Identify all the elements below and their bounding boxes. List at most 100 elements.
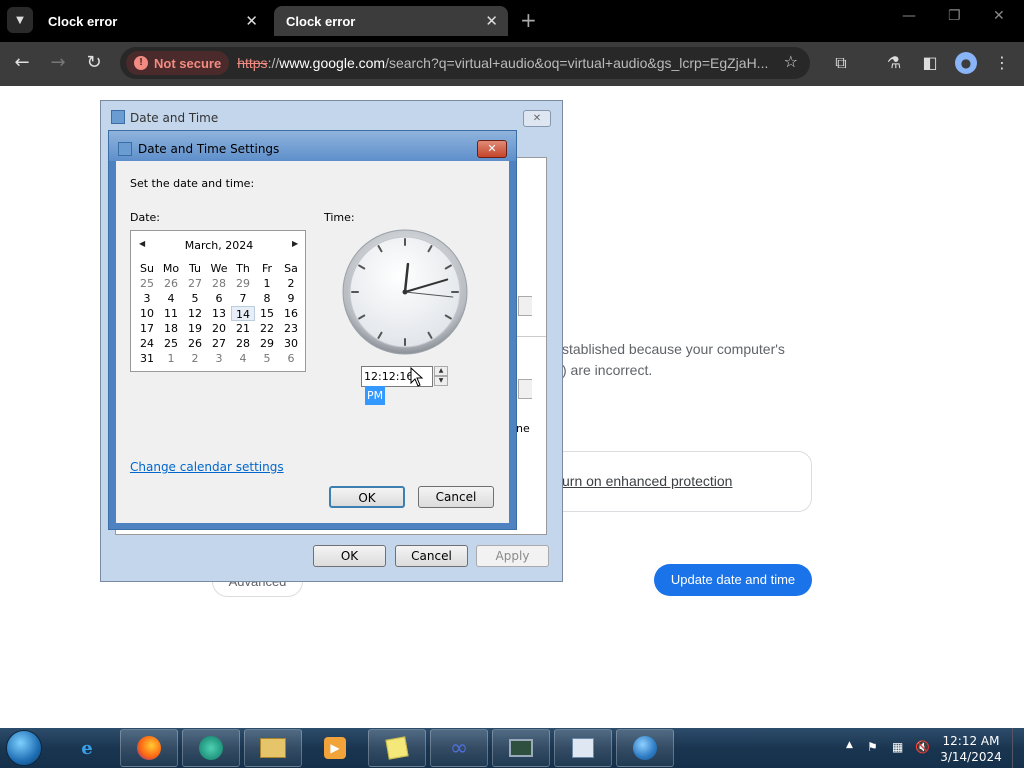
- menu-kebab-icon[interactable]: ⋮: [991, 53, 1013, 72]
- calendar-day[interactable]: 7: [231, 291, 255, 306]
- change-calendar-settings-link[interactable]: Change calendar settings: [130, 460, 284, 474]
- window-close-icon[interactable]: ✕: [993, 8, 1005, 24]
- bookmark-star-icon[interactable]: ☆: [784, 52, 798, 71]
- new-tab-icon[interactable]: +: [520, 8, 537, 32]
- show-desktop-button[interactable]: [1012, 728, 1024, 768]
- month-calendar[interactable]: ◀ March, 2024 ▶ Su Mo Tu We Th Fr Sa 25 26 27 28 29…: [130, 230, 306, 372]
- update-date-time-button[interactable]: Update date and time: [654, 564, 812, 596]
- calendar-day[interactable]: 3: [135, 291, 159, 306]
- calendar-day[interactable]: 9: [279, 291, 303, 306]
- calendar-day[interactable]: 30: [279, 336, 303, 351]
- calendar-clock-icon[interactable]: [554, 729, 612, 767]
- calendar-day[interactable]: 24: [135, 336, 159, 351]
- change-date-time-button-edge[interactable]: [518, 296, 532, 316]
- calendar-day[interactable]: 3: [207, 351, 231, 366]
- calendar-day[interactable]: 4: [231, 351, 255, 366]
- url-text[interactable]: https://www.google.com/search?q=virtual+…: [237, 55, 782, 71]
- system-monitor-icon[interactable]: [492, 729, 550, 767]
- spin-up-icon[interactable]: ▲: [434, 366, 448, 376]
- file-explorer-icon[interactable]: [244, 729, 302, 767]
- tab-clock-error-1[interactable]: Clock error ✕: [36, 6, 268, 36]
- labs-flask-icon[interactable]: ⚗: [883, 53, 905, 72]
- address-bar[interactable]: ! Not secure https://www.google.com/sear…: [120, 47, 810, 79]
- spin-down-icon[interactable]: ▼: [434, 376, 448, 386]
- app-icon[interactable]: [182, 729, 240, 767]
- calendar-day[interactable]: 22: [255, 321, 279, 336]
- outer-ok-button[interactable]: OK: [313, 545, 386, 567]
- calendar-day[interactable]: 18: [159, 321, 183, 336]
- calendar-day[interactable]: 29: [231, 276, 255, 291]
- calendar-day[interactable]: 25: [135, 276, 159, 291]
- calendar-day[interactable]: 17: [135, 321, 159, 336]
- show-hidden-icons-icon[interactable]: ▲: [846, 740, 853, 750]
- calendar-day[interactable]: 21: [231, 321, 255, 336]
- volume-muted-icon[interactable]: 🔇: [915, 740, 930, 754]
- calendar-day[interactable]: 2: [279, 276, 303, 291]
- calendar-day[interactable]: 4: [159, 291, 183, 306]
- network-globe-icon[interactable]: [616, 729, 674, 767]
- enhanced-protection-link[interactable]: urn on enhanced protection: [562, 473, 732, 489]
- settings-titlebar[interactable]: Date and Time Settings ✕: [109, 131, 516, 161]
- cancel-button[interactable]: Cancel: [418, 486, 494, 508]
- calendar-month-year[interactable]: March, 2024: [131, 239, 307, 252]
- extensions-icon[interactable]: ⧉: [830, 53, 852, 73]
- calendar-day[interactable]: 10: [135, 306, 159, 321]
- ok-button[interactable]: OK: [329, 486, 405, 508]
- taskbar-clock[interactable]: 12:12 AM 3/14/2024: [940, 733, 1002, 765]
- settings-close-icon[interactable]: ✕: [477, 140, 507, 158]
- time-spinner[interactable]: ▲ ▼: [434, 366, 448, 387]
- tab-clock-error-2[interactable]: Clock error ✕: [274, 6, 508, 36]
- back-icon[interactable]: ←: [10, 52, 34, 73]
- profile-avatar-icon[interactable]: ●: [955, 52, 977, 74]
- tab-close-icon[interactable]: ✕: [245, 12, 258, 30]
- calendar-day[interactable]: 26: [183, 336, 207, 351]
- reload-icon[interactable]: ↻: [82, 52, 106, 73]
- calendar-day[interactable]: 8: [255, 291, 279, 306]
- calendar-day[interactable]: 28: [207, 276, 231, 291]
- calendar-day[interactable]: 29: [255, 336, 279, 351]
- calendar-day[interactable]: 26: [159, 276, 183, 291]
- calendar-day[interactable]: 11: [159, 306, 183, 321]
- forward-icon[interactable]: →: [46, 52, 70, 73]
- calendar-day[interactable]: 12: [183, 306, 207, 321]
- calendar-day[interactable]: 31: [135, 351, 159, 366]
- internet-explorer-icon[interactable]: e: [58, 729, 116, 767]
- calendar-day[interactable]: 14: [231, 306, 255, 321]
- calendar-day[interactable]: 15: [255, 306, 279, 321]
- calendar-day[interactable]: 27: [183, 276, 207, 291]
- restore-icon[interactable]: ❐: [948, 8, 961, 24]
- calendar-day[interactable]: 20: [207, 321, 231, 336]
- tab-close-icon[interactable]: ✕: [485, 12, 498, 30]
- calendar-day[interactable]: 2: [183, 351, 207, 366]
- ampm-selected[interactable]: PM: [365, 386, 386, 405]
- not-secure-badge[interactable]: ! Not secure: [126, 51, 230, 75]
- network-tray-icon[interactable]: ▦: [892, 740, 903, 754]
- tab-search-button[interactable]: ▼: [7, 7, 33, 33]
- sticky-notes-icon[interactable]: [368, 729, 426, 767]
- outer-apply-button[interactable]: Apply: [476, 545, 549, 567]
- firefox-icon[interactable]: [120, 729, 178, 767]
- calendar-day[interactable]: 6: [279, 351, 303, 366]
- calendar-day[interactable]: 1: [159, 351, 183, 366]
- calendar-day[interactable]: 27: [207, 336, 231, 351]
- calendar-day[interactable]: 13: [207, 306, 231, 321]
- calendar-day[interactable]: 6: [207, 291, 231, 306]
- calendar-day[interactable]: 23: [279, 321, 303, 336]
- calendar-day[interactable]: 28: [231, 336, 255, 351]
- calendar-day[interactable]: 1: [255, 276, 279, 291]
- side-panel-icon[interactable]: ◧: [919, 53, 941, 72]
- infinity-app-icon[interactable]: ∞: [430, 729, 488, 767]
- action-center-flag-icon[interactable]: ⚑: [867, 740, 878, 754]
- calendar-day[interactable]: 5: [183, 291, 207, 306]
- dialog-titlebar[interactable]: Date and Time ✕: [101, 101, 562, 133]
- calendar-day[interactable]: 19: [183, 321, 207, 336]
- windows-start-icon[interactable]: [6, 730, 42, 766]
- calendar-day[interactable]: 5: [255, 351, 279, 366]
- outer-cancel-button[interactable]: Cancel: [395, 545, 468, 567]
- calendar-day[interactable]: 16: [279, 306, 303, 321]
- minimize-icon[interactable]: —: [902, 8, 916, 24]
- media-player-icon[interactable]: ▶: [306, 729, 364, 767]
- dialog-close-icon[interactable]: ✕: [523, 110, 551, 127]
- change-time-zone-button-edge[interactable]: [518, 379, 532, 399]
- calendar-day[interactable]: 25: [159, 336, 183, 351]
